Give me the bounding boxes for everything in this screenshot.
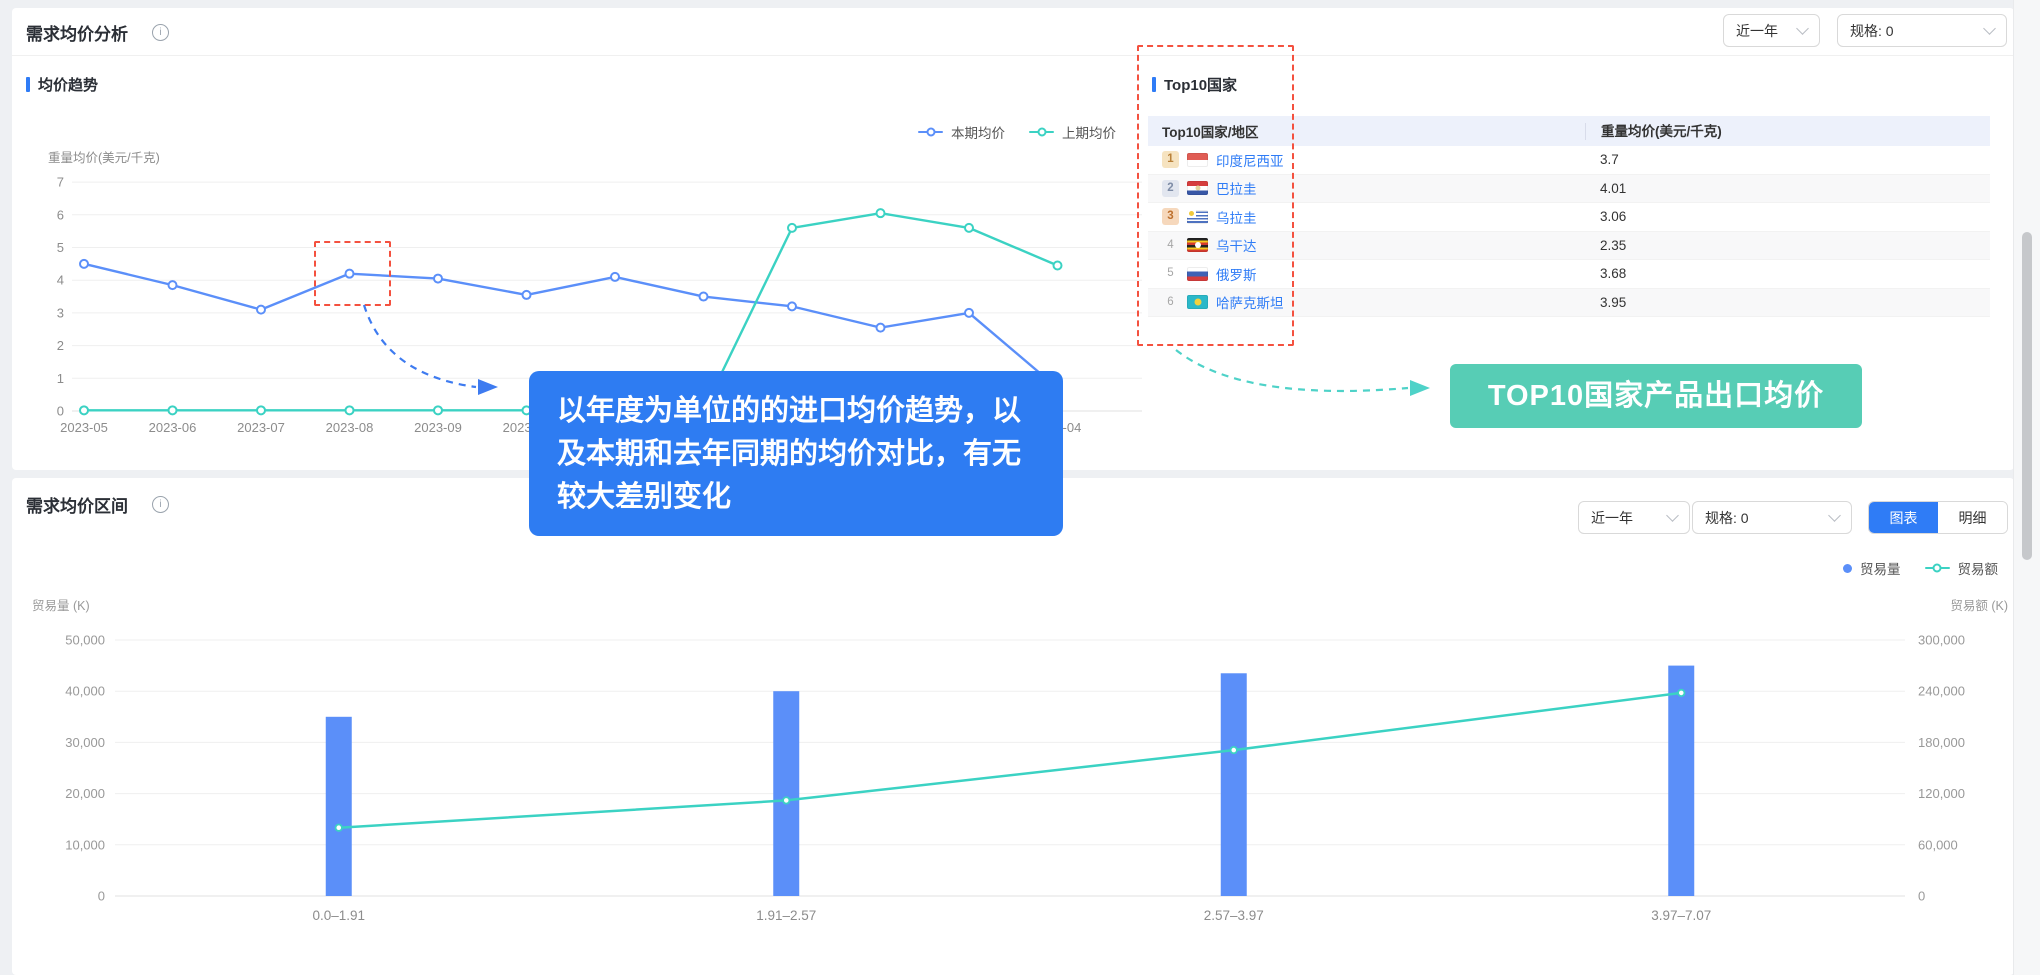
svg-text:50,000: 50,000 bbox=[65, 633, 105, 648]
legend-current-label: 本期均价 bbox=[951, 122, 1005, 142]
view-toggle: 图表 明细 bbox=[1868, 501, 2008, 534]
svg-text:3.97–7.07: 3.97–7.07 bbox=[1651, 908, 1711, 923]
svg-text:5: 5 bbox=[57, 240, 64, 255]
view-toggle-chart-button[interactable]: 图表 bbox=[1869, 502, 1938, 533]
section-trend-label: 均价趋势 bbox=[38, 74, 98, 95]
svg-text:0.0–1.91: 0.0–1.91 bbox=[312, 908, 365, 923]
svg-text:20,000: 20,000 bbox=[65, 786, 105, 801]
annotation-note-box: 以年度为单位的的进口均价趋势，以及本期和去年同期的均价对比，有无较大差别变化 bbox=[529, 371, 1063, 536]
legend-current-period[interactable]: 本期均价 bbox=[918, 122, 1005, 142]
svg-text:2.57–3.97: 2.57–3.97 bbox=[1204, 908, 1264, 923]
legend-amount-label: 贸易额 bbox=[1958, 558, 1999, 578]
trend-chart-legend: 本期均价 上期均价 bbox=[918, 122, 1116, 142]
dot-marker-icon bbox=[1843, 564, 1852, 573]
svg-text:2023-07: 2023-07 bbox=[237, 420, 285, 435]
period-select-panel2-value: 近一年 bbox=[1591, 508, 1633, 528]
section-trend: 均价趋势 bbox=[26, 74, 98, 95]
svg-text:4: 4 bbox=[57, 273, 64, 288]
svg-text:0: 0 bbox=[57, 404, 64, 419]
svg-text:2023-05: 2023-05 bbox=[60, 420, 108, 435]
legend-previous-label: 上期均价 bbox=[1062, 122, 1116, 142]
avg-price-value: 3.7 bbox=[1585, 152, 1990, 167]
line-marker-icon bbox=[1029, 131, 1054, 134]
svg-text:30,000: 30,000 bbox=[65, 735, 105, 750]
scrollbar-track[interactable] bbox=[2013, 0, 2040, 975]
range-chart: 0 0 10,000 60,000 20,000 120,000 30,000 180,000… bbox=[0, 590, 2040, 940]
column-avg-price: 重量均价(美元/千克) bbox=[1585, 123, 1990, 140]
scrollbar-thumb[interactable] bbox=[2022, 232, 2032, 560]
line-marker-icon bbox=[918, 131, 943, 134]
chevron-down-icon bbox=[1666, 509, 1679, 522]
teal-dashed-arrow bbox=[1162, 340, 1462, 410]
range-chart-legend: 贸易量 贸易额 bbox=[1843, 558, 1998, 578]
line-marker-icon bbox=[1925, 567, 1950, 570]
svg-text:0: 0 bbox=[98, 889, 105, 904]
panel2-title: 需求均价区间 bbox=[26, 492, 128, 517]
highlight-box-top10 bbox=[1137, 45, 1294, 346]
svg-text:240,000: 240,000 bbox=[1918, 684, 1965, 699]
svg-text:2023-06: 2023-06 bbox=[149, 420, 197, 435]
svg-text:重量均价(美元/千克): 重量均价(美元/千克) bbox=[48, 150, 160, 165]
avg-price-value: 4.01 bbox=[1585, 181, 1990, 196]
avg-price-value: 3.68 bbox=[1585, 266, 1990, 281]
svg-text:2: 2 bbox=[57, 338, 64, 353]
spec-select-panel1[interactable]: 规格: 0 bbox=[1837, 14, 2007, 47]
svg-text:7: 7 bbox=[57, 175, 64, 190]
svg-text:40,000: 40,000 bbox=[65, 684, 105, 699]
chevron-down-icon bbox=[1828, 509, 1841, 522]
avg-price-value: 3.06 bbox=[1585, 209, 1990, 224]
svg-text:0: 0 bbox=[1918, 889, 1925, 904]
svg-text:6: 6 bbox=[57, 207, 64, 222]
spec-select-panel2[interactable]: 规格: 0 bbox=[1692, 501, 1852, 534]
legend-volume-label: 贸易量 bbox=[1860, 558, 1901, 578]
avg-price-value: 3.95 bbox=[1585, 295, 1990, 310]
chevron-down-icon bbox=[1983, 22, 1996, 35]
panel1-title: 需求均价分析 bbox=[26, 20, 128, 45]
chevron-down-icon bbox=[1796, 22, 1809, 35]
svg-text:2023-08: 2023-08 bbox=[326, 420, 374, 435]
svg-text:1: 1 bbox=[57, 371, 64, 386]
spec-select-panel1-value: 规格: 0 bbox=[1850, 21, 1894, 41]
svg-text:2023-09: 2023-09 bbox=[414, 420, 462, 435]
spec-select-panel2-value: 规格: 0 bbox=[1705, 508, 1749, 528]
info-icon[interactable]: i bbox=[152, 24, 169, 41]
annotation-callout: TOP10国家产品出口均价 bbox=[1450, 364, 1862, 428]
svg-text:1.91–2.57: 1.91–2.57 bbox=[756, 908, 816, 923]
view-toggle-detail-button[interactable]: 明细 bbox=[1938, 502, 2007, 533]
legend-trade-amount[interactable]: 贸易额 bbox=[1925, 558, 1999, 578]
period-select-panel1-value: 近一年 bbox=[1736, 21, 1778, 41]
avg-price-value: 2.35 bbox=[1585, 238, 1990, 253]
blue-dashed-arrow bbox=[350, 295, 520, 405]
svg-text:120,000: 120,000 bbox=[1918, 786, 1965, 801]
legend-trade-volume[interactable]: 贸易量 bbox=[1843, 558, 1901, 578]
svg-text:180,000: 180,000 bbox=[1918, 735, 1965, 750]
section-bar-icon bbox=[26, 77, 30, 92]
svg-text:300,000: 300,000 bbox=[1918, 633, 1965, 648]
info-icon[interactable]: i bbox=[152, 496, 169, 513]
svg-text:贸易量 (K): 贸易量 (K) bbox=[32, 599, 90, 613]
period-select-panel2[interactable]: 近一年 bbox=[1578, 501, 1690, 534]
panel1-header-divider bbox=[12, 55, 2014, 56]
legend-previous-period[interactable]: 上期均价 bbox=[1029, 122, 1116, 142]
period-select-panel1[interactable]: 近一年 bbox=[1723, 14, 1820, 47]
svg-text:10,000: 10,000 bbox=[65, 837, 105, 852]
svg-text:贸易额 (K): 贸易额 (K) bbox=[1950, 599, 2008, 613]
svg-text:3: 3 bbox=[57, 305, 64, 320]
svg-text:60,000: 60,000 bbox=[1918, 837, 1958, 852]
